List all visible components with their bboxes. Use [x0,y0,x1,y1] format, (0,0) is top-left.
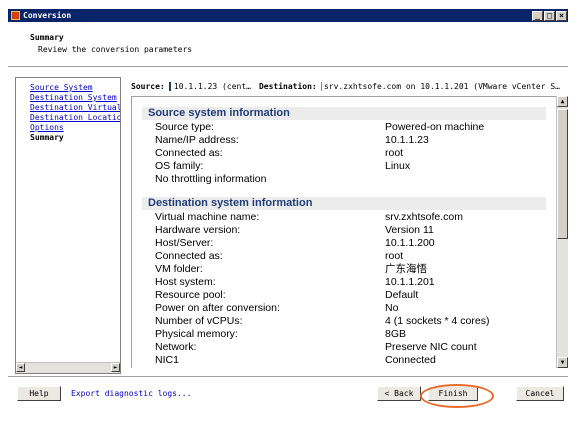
summary-content: Source system information Source type: Po… [131,96,556,368]
back-button[interactable]: < Back [377,386,421,401]
source-row: Connected as: root [155,147,404,159]
scroll-right-icon[interactable]: ► [111,363,120,372]
destination-row: Host system: 10.1.1.201 [155,276,435,288]
scroll-up-icon[interactable]: ▲ [557,96,568,107]
destination-row: Number of vCPUs: 4 (1 sockets * 4 cores) [155,315,490,327]
finish-button[interactable]: Finish [428,386,478,401]
destination-row: Network: Preserve NIC count [155,341,477,353]
nav-item-destination-system[interactable]: Destination System [30,93,117,102]
scroll-thumb[interactable] [557,109,568,239]
source-destination-bar: Source: 10.1.1.23 (cent… Destination: sr… [131,78,568,94]
header-divider [8,66,568,68]
help-button[interactable]: Help [17,386,61,401]
close-button[interactable]: × [556,10,567,21]
source-row: Name/IP address: 10.1.1.23 [155,134,429,146]
nav-horizontal-scrollbar[interactable]: ◄ ► [16,362,120,373]
scroll-left-icon[interactable]: ◄ [16,363,25,372]
window-title: Conversion [23,11,72,20]
source-value: 10.1.1.23 (cent… [173,81,251,91]
maximize-button[interactable]: □ [544,10,555,21]
source-label: Source: [131,81,165,91]
scroll-down-icon[interactable]: ▼ [557,357,568,368]
window-titlebar: Conversion _ □ × [8,9,568,22]
destination-row: Hardware version: Version 11 [155,224,434,236]
app-icon [11,11,20,20]
minimize-button[interactable]: _ [532,10,543,21]
destination-value: srv.zxhtsofe.com on 10.1.1.201 (VMware v… [323,81,560,91]
nav-item-destination-virtual-machine[interactable]: Destination Virtual M [30,103,120,112]
destination-section-title: Destination system information [142,197,546,210]
nav-item-source-system[interactable]: Source System [30,83,93,92]
destination-row: Power on after conversion: No [155,302,399,314]
nav-item-options[interactable]: Options [30,123,64,132]
destination-row: Resource pool: Default [155,289,419,301]
nav-item-summary: Summary [30,133,64,142]
source-row: Source type: Powered-on machine [155,121,485,133]
cancel-button[interactable]: Cancel [516,386,564,401]
source-row: No throttling information [155,173,267,185]
page-title: Summary [30,33,64,42]
destination-row: Host/Server: 10.1.1.200 [155,237,435,249]
server-icon [168,81,171,91]
destination-row: Virtual machine name: srv.zxhtsofe.com [155,211,463,223]
nav-item-destination-location[interactable]: Destination Location [30,113,120,122]
destination-label: Destination: [258,81,317,91]
export-diagnostic-logs-link[interactable]: Export diagnostic logs... [71,389,191,398]
destination-row: Connected as: root [155,250,404,262]
page-subtitle: Review the conversion parameters [38,45,193,54]
destination-row: Physical memory: 8GB [155,328,407,340]
destination-row: NIC1 Connected [155,354,436,366]
source-row: OS family: Linux [155,160,411,172]
wizard-nav-panel: Source System Destination System Destina… [15,77,121,374]
destination-row: VM folder: 广东海悟 [155,263,427,275]
source-section-title: Source system information [142,107,546,120]
content-vertical-scrollbar[interactable]: ▲ ▼ [556,96,568,368]
